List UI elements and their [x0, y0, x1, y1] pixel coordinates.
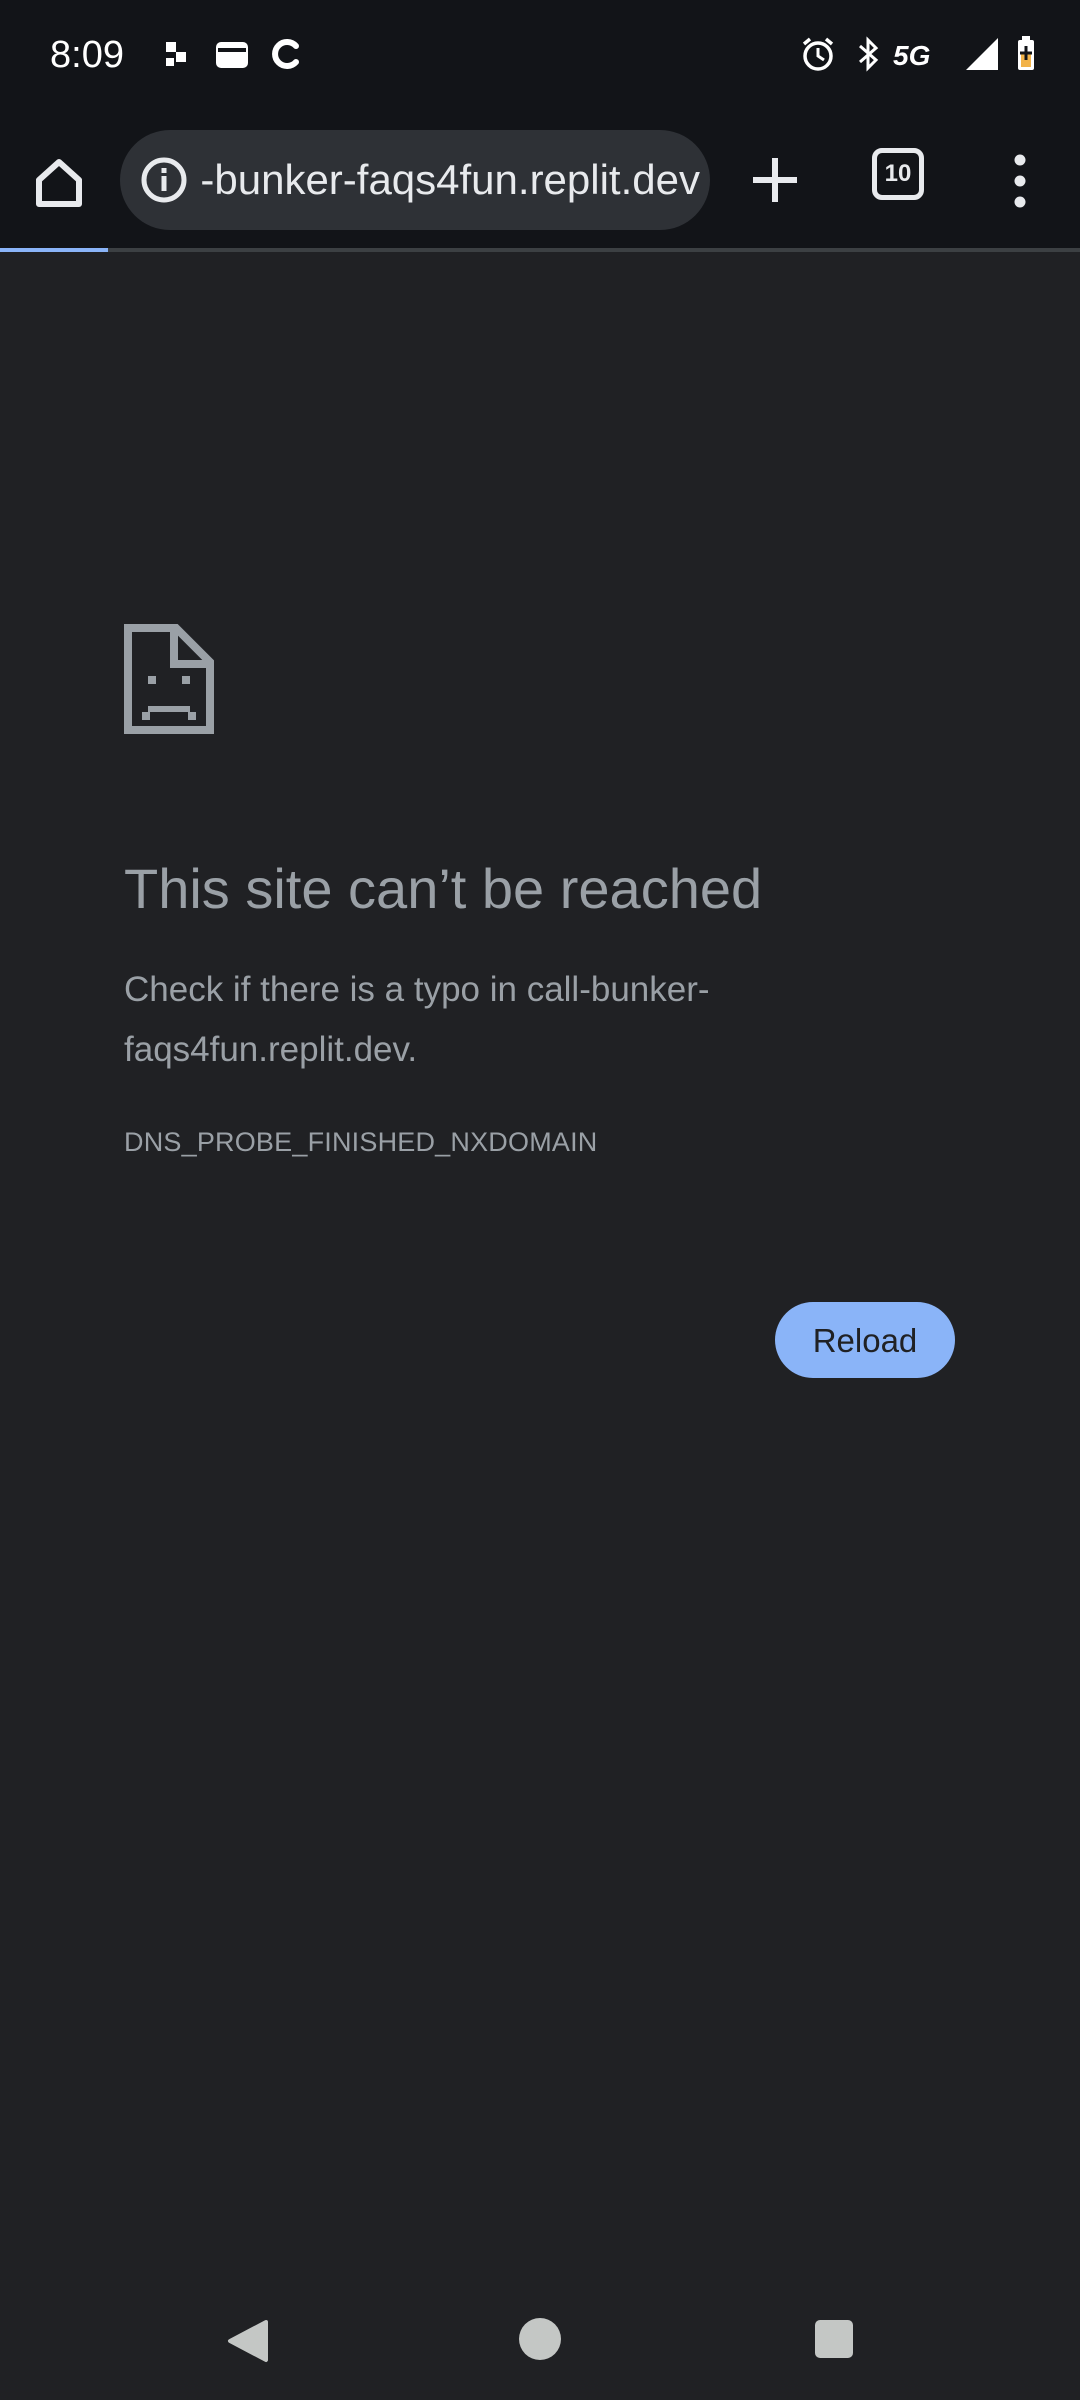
signal-icon	[966, 38, 998, 70]
network-type-label: 5G	[893, 40, 931, 71]
info-icon[interactable]	[136, 152, 192, 208]
recents-icon[interactable]	[815, 2320, 853, 2358]
home-icon[interactable]	[519, 2318, 561, 2360]
address-bar[interactable]: call-bunker-faqs4fun.replit.dev	[120, 130, 710, 230]
notification-dots-icon	[166, 42, 186, 66]
battery-icon	[1018, 36, 1034, 70]
c-app-icon	[272, 39, 299, 69]
bluetooth-icon	[859, 36, 879, 72]
new-tab-button[interactable]	[745, 150, 805, 210]
tab-count: 10	[884, 160, 912, 187]
wallet-icon	[216, 42, 248, 68]
page-load-progress-fill	[0, 248, 108, 252]
tab-switcher-button[interactable]: 10	[872, 148, 928, 204]
browser-toolbar: call-bunker-faqs4fun.replit.dev 10	[0, 110, 1080, 250]
error-title: This site can’t be reached	[124, 857, 763, 920]
system-navigation-bar	[0, 2260, 1080, 2400]
url-text[interactable]: call-bunker-faqs4fun.replit.dev	[200, 130, 700, 230]
back-icon[interactable]	[226, 2318, 268, 2364]
reload-button[interactable]: Reload	[775, 1302, 955, 1378]
more-options-button[interactable]	[1000, 148, 1040, 214]
sad-document-icon	[124, 624, 214, 734]
alarm-icon	[802, 37, 834, 71]
error-description: Check if there is a typo in call-bunker-…	[124, 970, 710, 1069]
status-bar: 8:09 5G	[0, 0, 1080, 110]
page-load-progress-bar	[0, 248, 1080, 252]
status-time: 8:09	[50, 34, 124, 76]
chrome-error-screen: 8:09 5G -bunker-faqs4fun.replit.dev 10 T…	[0, 0, 1080, 2400]
home-button[interactable]	[26, 150, 92, 216]
error-code: DNS_PROBE_FINISHED_NXDOMAIN	[124, 1127, 598, 1157]
